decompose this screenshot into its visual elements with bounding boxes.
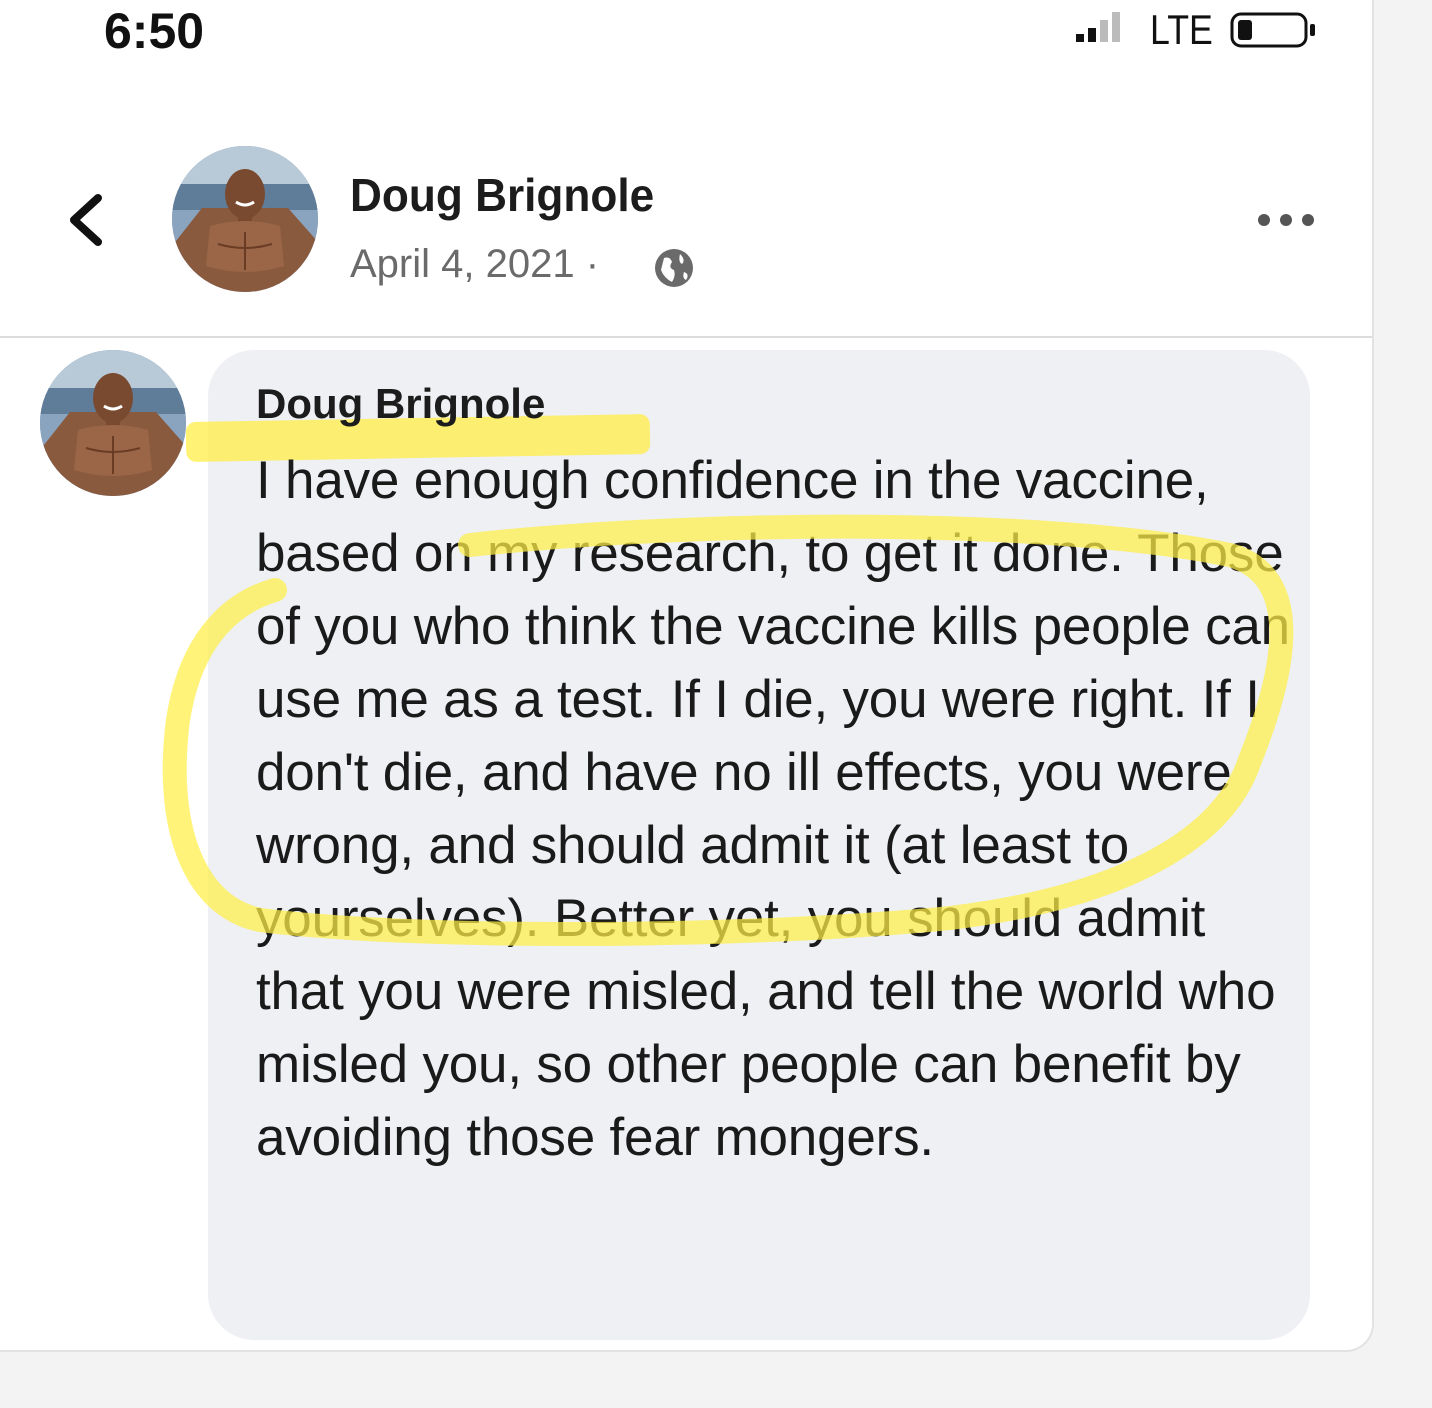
- comment-text: I have enough confidence in the vaccine,…: [256, 451, 1290, 1167]
- post-author-name[interactable]: Doug Brignole: [350, 168, 654, 222]
- signal-icon: [1072, 8, 1144, 49]
- author-avatar[interactable]: [172, 146, 318, 292]
- chevron-left-icon[interactable]: [62, 180, 122, 260]
- globe-icon: [652, 246, 696, 295]
- post-screen: 6:50 LTE Doug Brignole April 4, 2021 · D…: [0, 0, 1374, 1352]
- comment-author-avatar[interactable]: [40, 350, 186, 496]
- network-type: LTE: [1150, 6, 1213, 53]
- post-date[interactable]: April 4, 2021 ·: [350, 242, 599, 287]
- post-date-text: April 4, 2021: [350, 242, 575, 286]
- status-time: 6:50: [104, 3, 205, 59]
- more-horizontal-icon[interactable]: [1256, 210, 1316, 235]
- comment-author-name[interactable]: Doug Brignole: [256, 380, 545, 428]
- header-divider: [0, 336, 1372, 338]
- battery-icon: [1228, 10, 1324, 55]
- date-separator: ·: [585, 242, 600, 286]
